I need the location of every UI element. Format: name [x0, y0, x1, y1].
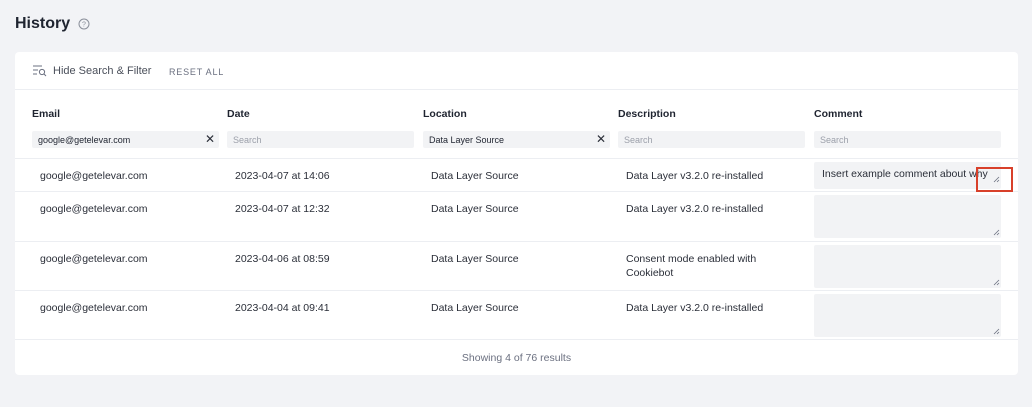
- comment-textarea[interactable]: [814, 245, 1001, 288]
- table-row: google@getelevar.com 2023-04-07 at 12:32…: [15, 191, 1018, 241]
- date-filter-input[interactable]: [227, 131, 414, 148]
- row-location: Data Layer Source: [431, 170, 519, 182]
- comment-filter-input[interactable]: [814, 131, 1001, 148]
- email-filter-input[interactable]: [32, 131, 219, 148]
- toolbar: Hide Search & Filter RESET ALL: [15, 52, 1018, 90]
- row-email: google@getelevar.com: [40, 302, 148, 314]
- svg-text:?: ?: [82, 22, 86, 29]
- row-date: 2023-04-06 at 08:59: [235, 253, 330, 265]
- comment-textarea[interactable]: [814, 294, 1001, 337]
- column-header-date: Date: [227, 108, 250, 120]
- row-location: Data Layer Source: [431, 253, 519, 265]
- column-header-description: Description: [618, 108, 676, 120]
- description-filter-input[interactable]: [618, 131, 805, 148]
- location-filter-input[interactable]: [423, 131, 610, 148]
- column-header-comment: Comment: [814, 108, 863, 120]
- results-count: Showing 4 of 76 results: [461, 351, 572, 364]
- column-header-location: Location: [423, 108, 467, 120]
- email-filter-clear-icon[interactable]: ✕: [203, 132, 217, 146]
- comment-textarea[interactable]: [814, 195, 1001, 238]
- column-header-email: Email: [32, 108, 61, 120]
- row-description: Data Layer v3.2.0 re-installed: [626, 203, 764, 215]
- row-description: Data Layer v3.2.0 re-installed: [626, 170, 764, 182]
- results-footer: Showing 4 of 76 results: [15, 339, 1018, 375]
- location-filter-clear-icon[interactable]: ✕: [594, 132, 608, 146]
- search-filter-icon: [33, 65, 47, 77]
- row-location: Data Layer Source: [431, 203, 519, 215]
- row-date: 2023-04-07 at 14:06: [235, 170, 330, 182]
- row-email: google@getelevar.com: [40, 203, 148, 215]
- resize-handle-icon[interactable]: [993, 229, 1000, 236]
- row-email: google@getelevar.com: [40, 253, 148, 265]
- resize-handle-icon[interactable]: [993, 328, 1000, 335]
- row-email: google@getelevar.com: [40, 170, 148, 182]
- reset-all-button[interactable]: RESET ALL: [169, 67, 224, 77]
- resize-handle-icon[interactable]: [993, 279, 1000, 286]
- page-title: History: [15, 15, 71, 32]
- page-header: History ?: [15, 15, 90, 33]
- table-row: google@getelevar.com 2023-04-06 at 08:59…: [15, 241, 1018, 290]
- row-location: Data Layer Source: [431, 302, 519, 314]
- table-row: google@getelevar.com 2023-04-04 at 09:41…: [15, 290, 1018, 339]
- hide-search-filter-label: Hide Search & Filter: [53, 64, 152, 77]
- highlight-annotation-box: [976, 167, 1013, 192]
- comment-textarea[interactable]: Insert example comment about why: [814, 162, 1001, 189]
- row-description: Consent mode enabled with Cookiebot: [626, 253, 757, 279]
- row-date: 2023-04-04 at 09:41: [235, 302, 330, 314]
- row-description: Data Layer v3.2.0 re-installed: [626, 302, 764, 314]
- history-card: Hide Search & Filter RESET ALL Email Dat…: [15, 52, 1018, 375]
- row-date: 2023-04-07 at 12:32: [235, 203, 330, 215]
- hide-search-filter-button[interactable]: Hide Search & Filter: [32, 64, 151, 77]
- question-circle-icon[interactable]: ?: [78, 18, 90, 30]
- table-row: google@getelevar.com 2023-04-07 at 14:06…: [15, 158, 1018, 191]
